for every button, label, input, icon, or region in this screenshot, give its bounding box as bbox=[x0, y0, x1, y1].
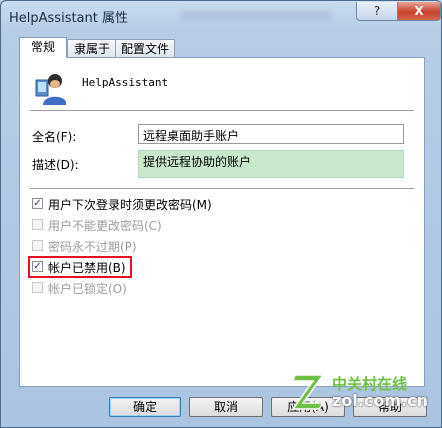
cancel-button[interactable]: 取消 bbox=[189, 397, 263, 417]
watermark-en: zol.com.cn bbox=[332, 391, 428, 410]
zol-logo-icon bbox=[291, 374, 325, 410]
zol-watermark: 中关村在线 zol.com.cn bbox=[289, 369, 439, 419]
tab-profile[interactable]: 配置文件 bbox=[115, 39, 175, 58]
red-highlight-box bbox=[28, 256, 132, 278]
blurred-title-region bbox=[181, 11, 331, 21]
username-heading: HelpAssistant bbox=[82, 76, 169, 89]
tab-general[interactable]: 常规 bbox=[19, 37, 67, 58]
properties-dialog: HelpAssistant 属性 ? X 常规 隶属于 配置文件 HelpAss… bbox=[0, 0, 442, 428]
checkbox-label: 用户不能更改密码(C) bbox=[48, 219, 162, 233]
fullname-field[interactable]: 远程桌面助手账户 bbox=[138, 124, 404, 144]
fullname-label: 全名(F): bbox=[32, 130, 77, 144]
title-bar[interactable]: HelpAssistant 属性 ? X bbox=[1, 1, 441, 29]
divider bbox=[30, 188, 414, 189]
checkbox-unchecked-icon[interactable] bbox=[32, 240, 43, 251]
general-tab-panel: HelpAssistant 全名(F): 远程桌面助手账户 描述(D): 提供远… bbox=[19, 57, 425, 387]
ok-button[interactable]: 确定 bbox=[109, 397, 181, 417]
description-field[interactable]: 提供远程协助的账户 bbox=[138, 150, 404, 178]
window-title: HelpAssistant 属性 bbox=[9, 11, 128, 26]
checkbox-unchecked-icon[interactable] bbox=[32, 282, 43, 293]
checkbox-label: 密码永不过期(P) bbox=[48, 240, 137, 254]
help-title-button[interactable]: ? bbox=[356, 2, 398, 21]
checkbox-checked-icon[interactable]: ✓ bbox=[32, 198, 43, 209]
checkbox-label: 用户下次登录时须更改密码(M) bbox=[48, 198, 212, 212]
close-button[interactable]: X bbox=[397, 2, 441, 21]
checkbox-unchecked-icon[interactable] bbox=[32, 219, 43, 230]
description-label: 描述(D): bbox=[32, 158, 79, 172]
checkbox-label: 帐户已锁定(O) bbox=[48, 282, 127, 296]
user-account-icon bbox=[35, 74, 66, 105]
divider bbox=[30, 110, 414, 111]
tab-member-of[interactable]: 隶属于 bbox=[67, 39, 117, 58]
